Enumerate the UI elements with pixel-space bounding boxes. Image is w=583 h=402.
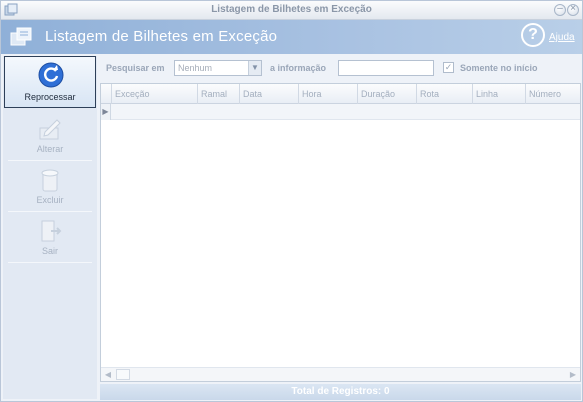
table-row[interactable] — [111, 104, 580, 120]
refresh-icon — [38, 62, 64, 88]
reprocess-label: Reprocessar — [24, 92, 76, 102]
page-header: Listagem de Bilhetes em Exceção ? Ajuda — [1, 20, 582, 54]
main-window: Listagem de Bilhetes em Exceção – × List… — [0, 0, 583, 402]
status-footer: Total de Registros: 0 — [100, 384, 581, 400]
minimize-button[interactable]: – — [554, 3, 566, 16]
edit-label: Alterar — [36, 144, 64, 154]
total-records: Total de Registros: 0 — [291, 386, 390, 397]
info-label: a informação — [270, 63, 327, 73]
delete-button[interactable]: Excluir — [4, 162, 96, 212]
edit-button[interactable]: Alterar — [4, 111, 96, 161]
column-header-ramal[interactable]: Ramal — [197, 84, 239, 104]
divider — [8, 262, 92, 263]
search-toolbar: Pesquisar em Nenhum ▼ a informação ✓ Som… — [100, 57, 581, 79]
column-header-duracao[interactable]: Duração — [357, 84, 416, 104]
search-field-value: Nenhum — [178, 63, 213, 73]
edit-icon — [39, 119, 61, 140]
horizontal-scrollbar[interactable]: ◀ ▶ — [101, 367, 580, 381]
tickets-grid[interactable]: Exceção Ramal Data Hora Duração Rota Lin… — [100, 83, 581, 382]
exit-icon — [41, 220, 62, 242]
exit-button[interactable]: Sair — [4, 213, 96, 263]
column-header-linha[interactable]: Linha — [472, 84, 525, 104]
minimize-icon: – — [557, 3, 563, 14]
page-title: Listagem de Bilhetes em Exceção — [45, 28, 278, 45]
column-header-data[interactable]: Data — [239, 84, 298, 104]
search-in-label: Pesquisar em — [106, 63, 165, 73]
help-icon: ? — [521, 23, 545, 47]
divider — [8, 160, 92, 161]
window-title: Listagem de Bilhetes em Exceção — [211, 4, 372, 15]
scroll-left-icon[interactable]: ◀ — [101, 368, 115, 381]
reprocess-button[interactable]: Reprocessar — [4, 56, 96, 108]
row-indicator: ▶ — [101, 104, 111, 120]
column-header-numero[interactable]: Número — [525, 84, 580, 104]
search-input[interactable] — [338, 60, 434, 76]
title-bar: Listagem de Bilhetes em Exceção – × — [1, 1, 582, 20]
delete-label: Excluir — [36, 195, 64, 205]
only-start-checkbox[interactable]: ✓ — [443, 62, 454, 73]
help-label: Ajuda — [549, 32, 575, 43]
sidebar: Reprocessar Alterar Excluir Sair — [3, 56, 97, 399]
chevron-down-icon[interactable]: ▼ — [248, 61, 261, 75]
column-header-hora[interactable]: Hora — [298, 84, 357, 104]
close-icon: × — [570, 3, 576, 14]
trash-icon — [41, 169, 59, 192]
scroll-thumb[interactable] — [116, 369, 130, 380]
only-start-label: Somente no início — [460, 63, 538, 73]
column-header-excecao[interactable]: Exceção — [111, 84, 197, 104]
search-field-select[interactable]: Nenhum ▼ — [174, 60, 262, 76]
column-header-rota[interactable]: Rota — [416, 84, 472, 104]
scroll-right-icon[interactable]: ▶ — [566, 368, 580, 381]
grid-header: Exceção Ramal Data Hora Duração Rota Lin… — [101, 84, 580, 104]
close-button[interactable]: × — [567, 3, 579, 16]
exit-label: Sair — [41, 246, 58, 256]
divider — [8, 211, 92, 212]
tickets-icon — [10, 27, 32, 46]
